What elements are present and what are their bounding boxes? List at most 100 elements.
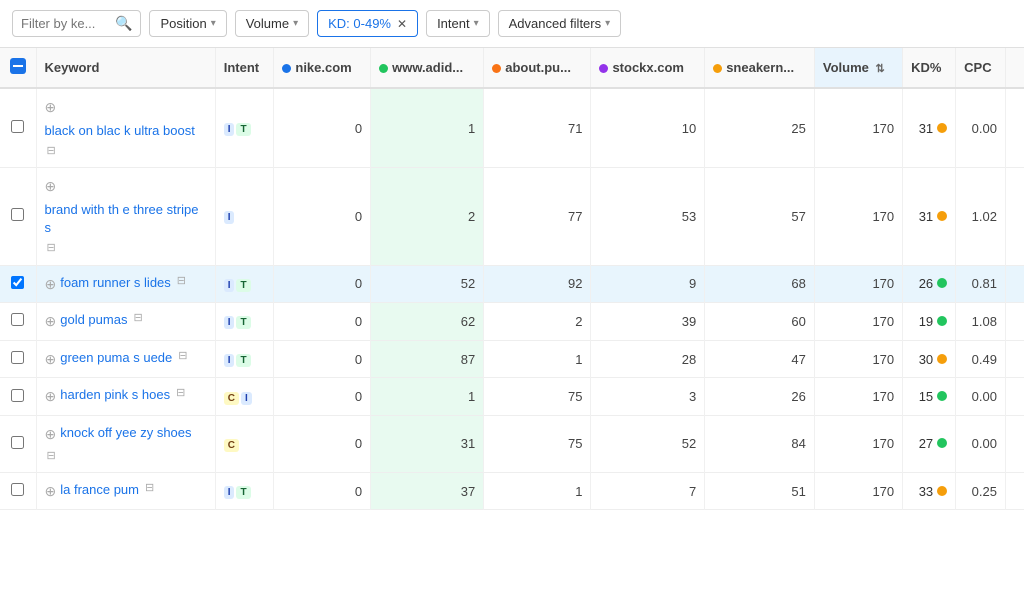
keyword-link[interactable]: ⊕harden pink s hoes⊟ [45, 386, 207, 407]
database-icon: ⊟ [47, 241, 56, 256]
row-cpc: 0.00 [956, 415, 1006, 472]
keyword-text: brand with th e three stripe s [45, 201, 207, 237]
intent-badge-I: I [224, 211, 235, 224]
col-header-extra [1005, 48, 1024, 88]
row-checkbox[interactable] [11, 313, 24, 326]
row-cpc: 1.02 [956, 168, 1006, 265]
intent-label: Intent [437, 16, 470, 31]
intent-badge-C: C [224, 392, 239, 405]
keyword-text: green puma s uede [60, 349, 172, 367]
keyword-link[interactable]: ⊕black on blac k ultra boost⊟ [45, 97, 207, 159]
select-all-header[interactable] [0, 48, 36, 88]
row-checkbox[interactable] [11, 276, 24, 289]
row-checkbox[interactable] [11, 351, 24, 364]
kd-dot-icon [937, 438, 947, 448]
search-button[interactable]: 🔍 [115, 15, 132, 32]
expand-icon: ⊕ [45, 312, 57, 332]
row-checkbox[interactable] [11, 120, 24, 133]
row-keyword-cell: ⊕gold pumas⊟ [36, 303, 215, 341]
row-checkbox[interactable] [11, 389, 24, 402]
intent-badge-T: T [236, 486, 250, 499]
table-row: ⊕foam runner s lides⊟IT05292968170260.81 [0, 265, 1024, 303]
kd-label: KD: 0-49% [328, 16, 391, 31]
row-checkbox-cell[interactable] [0, 340, 36, 378]
row-cpc: 1.08 [956, 303, 1006, 341]
row-volume: 170 [814, 415, 902, 472]
keyword-link[interactable]: ⊕knock off yee zy shoes⊟ [45, 424, 207, 464]
kd-dot-icon [937, 354, 947, 364]
row-cpc: 0.25 [956, 472, 1006, 510]
intent-badge-T: T [236, 354, 250, 367]
keyword-text: foam runner s lides [60, 274, 171, 292]
col-header-about: about.pu... [484, 48, 591, 88]
intent-chevron-icon: ▾ [474, 18, 479, 29]
database-icon: ⊟ [47, 144, 56, 159]
kd-dot-icon [937, 391, 947, 401]
row-cpc: 0.00 [956, 88, 1006, 168]
row-adidas-rank: 52 [371, 265, 484, 303]
row-sneakern-rank: 25 [705, 88, 815, 168]
position-filter-button[interactable]: Position ▾ [149, 10, 226, 37]
keyword-text: la france pum [60, 481, 139, 499]
select-all-minus-icon[interactable] [10, 58, 26, 74]
row-kd: 26 [903, 265, 956, 303]
kd-value: 31 [919, 209, 933, 224]
row-checkbox-cell[interactable] [0, 472, 36, 510]
row-checkbox-cell[interactable] [0, 415, 36, 472]
row-sneakern-rank: 26 [705, 378, 815, 416]
intent-badge-I: I [224, 316, 235, 329]
advanced-filters-button[interactable]: Advanced filters ▾ [498, 10, 622, 37]
keyword-link[interactable]: ⊕foam runner s lides ⊟ [45, 274, 207, 295]
keyword-link[interactable]: ⊕gold pumas⊟ [45, 311, 207, 332]
intent-filter-button[interactable]: Intent ▾ [426, 10, 490, 37]
row-extra-cell [1005, 168, 1024, 265]
kd-dot-icon [937, 211, 947, 221]
row-about-rank: 75 [484, 415, 591, 472]
position-chevron-icon: ▾ [211, 18, 216, 29]
row-stockx-rank: 10 [591, 88, 705, 168]
volume-chevron-icon: ▾ [293, 18, 298, 29]
advanced-filters-chevron-icon: ▾ [605, 18, 610, 29]
row-checkbox[interactable] [11, 208, 24, 221]
col-header-adidas: www.adid... [371, 48, 484, 88]
col-header-volume[interactable]: Volume ⇅ [814, 48, 902, 88]
kd-close-icon[interactable]: ✕ [397, 17, 407, 31]
keyword-link[interactable]: ⊕green puma s uede⊟ [45, 349, 207, 370]
database-icon: ⊟ [178, 349, 187, 364]
volume-sort-icon: ⇅ [875, 63, 884, 75]
database-icon: ⊟ [177, 274, 186, 289]
row-sneakern-rank: 60 [705, 303, 815, 341]
filter-search-box[interactable]: 🔍 [12, 10, 141, 37]
search-input[interactable] [21, 16, 111, 31]
keyword-link[interactable]: ⊕brand with th e three stripe s⊟ [45, 176, 207, 256]
adidas-dot-icon [379, 64, 388, 73]
about-dot-icon [492, 64, 501, 73]
kd-filter-button[interactable]: KD: 0-49% ✕ [317, 10, 418, 37]
row-stockx-rank: 52 [591, 415, 705, 472]
row-nike-rank: 0 [274, 88, 371, 168]
intent-badge-T: T [236, 316, 250, 329]
row-extra-cell [1005, 303, 1024, 341]
row-nike-rank: 0 [274, 168, 371, 265]
row-checkbox[interactable] [11, 436, 24, 449]
row-checkbox-cell[interactable] [0, 303, 36, 341]
row-sneakern-rank: 47 [705, 340, 815, 378]
row-kd: 33 [903, 472, 956, 510]
row-checkbox-cell[interactable] [0, 88, 36, 168]
intent-badge-T: T [236, 279, 250, 292]
keyword-link[interactable]: ⊕la france pum⊟ [45, 481, 207, 502]
row-volume: 170 [814, 378, 902, 416]
row-stockx-rank: 7 [591, 472, 705, 510]
row-checkbox-cell[interactable] [0, 265, 36, 303]
row-kd: 31 [903, 88, 956, 168]
row-about-rank: 92 [484, 265, 591, 303]
volume-filter-button[interactable]: Volume ▾ [235, 10, 309, 37]
row-checkbox-cell[interactable] [0, 168, 36, 265]
expand-icon: ⊕ [45, 275, 57, 295]
intent-badge-C: C [224, 439, 239, 452]
database-icon: ⊟ [176, 386, 185, 401]
row-sneakern-rank: 84 [705, 415, 815, 472]
row-adidas-rank: 62 [371, 303, 484, 341]
row-checkbox-cell[interactable] [0, 378, 36, 416]
row-checkbox[interactable] [11, 483, 24, 496]
